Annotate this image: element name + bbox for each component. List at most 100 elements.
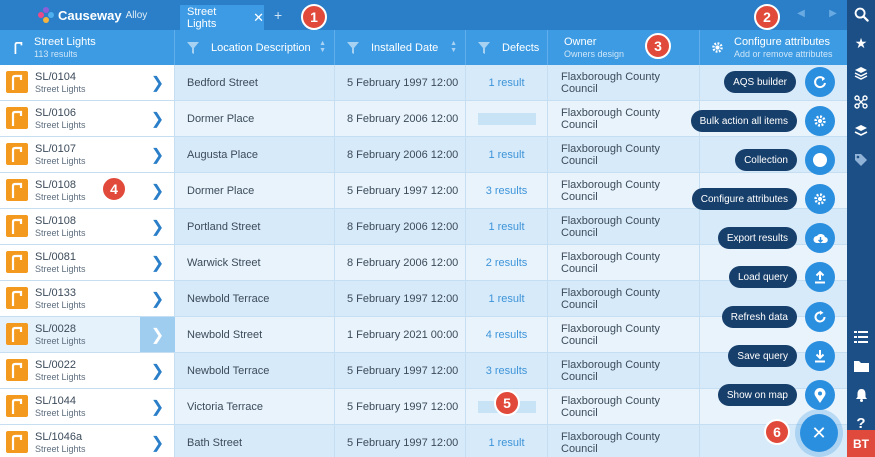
user-avatar[interactable]: BT: [847, 430, 875, 457]
chevron-right-icon[interactable]: ❯: [140, 101, 175, 136]
fab-button-3[interactable]: [805, 184, 835, 214]
owner-cell: Flaxborough County Council: [548, 353, 700, 388]
fab-button-1[interactable]: [805, 106, 835, 136]
layers-icon[interactable]: [847, 58, 875, 87]
chevron-right-icon[interactable]: ❯: [140, 65, 175, 100]
asset-cell[interactable]: SL/1044 Street Lights ❯: [0, 389, 175, 424]
column-header-defects[interactable]: Defects: [466, 30, 548, 65]
chevron-right-icon[interactable]: ▶: [827, 8, 839, 19]
chevron-right-icon[interactable]: ❯: [140, 281, 175, 316]
asset-cell[interactable]: SL/0107 Street Lights ❯: [0, 137, 175, 172]
chevron-right-icon[interactable]: ❯: [140, 209, 175, 244]
app-logo[interactable]: Causeway Alloy: [38, 7, 147, 23]
defects-link[interactable]: 4 results: [486, 329, 528, 341]
fab-button-6[interactable]: [805, 302, 835, 332]
defects-cell[interactable]: 1 result: [466, 65, 548, 100]
defects-cell[interactable]: 2 results: [466, 245, 548, 280]
table-row[interactable]: SL/1046a Street Lights ❯ Bath Street 5 Febru…: [0, 425, 847, 457]
defects-cell[interactable]: 1 result: [466, 137, 548, 172]
table-row[interactable]: SL/0022 Street Lights ❯ Newbold Terrace 5 Fe…: [0, 353, 847, 389]
tab-street-lights[interactable]: Street Lights ✕: [180, 5, 264, 30]
chevron-right-icon[interactable]: ❯: [140, 137, 175, 172]
close-icon: ✕: [811, 422, 827, 443]
fab-button-7[interactable]: [805, 341, 835, 371]
defects-link[interactable]: 1 result: [488, 293, 524, 305]
asset-cell[interactable]: SL/0106 Street Lights ❯: [0, 101, 175, 136]
defects-link[interactable]: 1 result: [488, 149, 524, 161]
defects-link[interactable]: 2 results: [486, 257, 528, 269]
stack-icon[interactable]: [847, 116, 875, 145]
owner-cell: Flaxborough County Council: [548, 209, 700, 244]
list-view-icon[interactable]: [847, 322, 875, 351]
owner-cell: Flaxborough County Council: [548, 317, 700, 352]
fab-label-6[interactable]: Refresh data: [721, 306, 797, 328]
chevron-left-icon[interactable]: ◀: [795, 8, 807, 19]
asset-cell[interactable]: SL/0133 Street Lights ❯: [0, 281, 175, 316]
defects-link[interactable]: 1 result: [488, 437, 524, 449]
chevron-right-icon[interactable]: ❯: [140, 245, 175, 280]
first-column-header[interactable]: Street Lights 113 results: [0, 30, 175, 65]
sort-icon[interactable]: ▲ ▼: [450, 40, 457, 54]
fab-label-4[interactable]: Export results: [717, 227, 797, 249]
gear-icon: [813, 114, 827, 128]
chevron-right-icon[interactable]: ❯: [140, 353, 175, 388]
fab-label-8[interactable]: Show on map: [717, 384, 797, 406]
fab-button-2[interactable]: [805, 145, 835, 175]
fab-label-0[interactable]: AQS builder: [724, 71, 796, 93]
fab-label-1[interactable]: Bulk action all items: [690, 110, 797, 132]
column-header-owner[interactable]: Owner Owners design: [548, 30, 700, 65]
defects-link[interactable]: 1 result: [488, 77, 524, 89]
defects-cell[interactable]: 4 results: [466, 317, 548, 352]
close-tab-icon[interactable]: ✕: [253, 10, 264, 26]
configure-attributes-header[interactable]: Configure attributes Add or remove attri…: [700, 30, 847, 65]
defects-link[interactable]: 3 results: [486, 185, 528, 197]
column-header-installed[interactable]: Installed Date ▲ ▼: [335, 30, 466, 65]
close-menu-button[interactable]: ✕: [800, 414, 838, 452]
fab-button-0[interactable]: [805, 67, 835, 97]
add-tab-button[interactable]: +: [274, 7, 282, 23]
star-icon[interactable]: ★: [847, 29, 875, 58]
chevron-right-icon[interactable]: ❯: [140, 425, 175, 457]
defects-cell[interactable]: [466, 101, 548, 136]
table-row[interactable]: SL/0104 Street Lights ❯ Bedford Street 5 Feb…: [0, 65, 847, 101]
search-icon[interactable]: [847, 0, 875, 29]
chevron-right-icon[interactable]: ❯: [140, 389, 175, 424]
folder-icon[interactable]: [847, 351, 875, 380]
fab-label-3[interactable]: Configure attributes: [691, 188, 797, 210]
fab-label-7[interactable]: Save query: [728, 345, 797, 367]
table-row[interactable]: SL/0081 Street Lights ❯ Warwick Street 8 Feb…: [0, 245, 847, 281]
bell-icon[interactable]: [847, 380, 875, 409]
defects-link[interactable]: 3 results: [486, 365, 528, 377]
fab-label-5[interactable]: Load query: [728, 266, 797, 288]
defects-cell[interactable]: 1 result: [466, 209, 548, 244]
defects-cell[interactable]: 3 results: [466, 353, 548, 388]
asset-cell[interactable]: SL/0022 Street Lights ❯: [0, 353, 175, 388]
asset-cell[interactable]: SL/0028 Street Lights ❯: [0, 317, 175, 352]
chevron-right-icon[interactable]: ❯: [140, 173, 175, 208]
asset-type: Street Lights: [35, 336, 86, 346]
asset-cell[interactable]: SL/0081 Street Lights ❯: [0, 245, 175, 280]
table-row[interactable]: SL/0107 Street Lights ❯ Augusta Place 8 Febr…: [0, 137, 847, 173]
table-row[interactable]: SL/0133 Street Lights ❯ Newbold Terrace 5 Fe…: [0, 281, 847, 317]
defects-cell[interactable]: 3 results: [466, 173, 548, 208]
defects-cell[interactable]: 1 result: [466, 425, 548, 457]
defects-cell[interactable]: 1 result: [466, 281, 548, 316]
asset-cell[interactable]: SL/0108 Street Lights ❯: [0, 209, 175, 244]
column-header-location[interactable]: Location Description ▲ ▼: [175, 30, 335, 65]
chevron-right-icon[interactable]: ❯: [140, 317, 175, 352]
asset-cell[interactable]: SL/0104 Street Lights ❯: [0, 65, 175, 100]
fab-label-2[interactable]: Collection: [735, 149, 797, 171]
asset-type: Street Lights: [35, 192, 86, 202]
tag-icon[interactable]: [847, 145, 875, 174]
workflow-icon[interactable]: [847, 87, 875, 116]
asset-cell[interactable]: SL/1046a Street Lights ❯: [0, 425, 175, 457]
sort-icon[interactable]: ▲ ▼: [319, 40, 326, 54]
fab-button-4[interactable]: [805, 223, 835, 253]
asset-id: SL/0107: [35, 143, 76, 155]
fab-button-8[interactable]: [805, 380, 835, 410]
defects-link[interactable]: 1 result: [488, 221, 524, 233]
table-row[interactable]: SL/0028 Street Lights ❯ Newbold Street 1 Feb…: [0, 317, 847, 353]
asset-cell[interactable]: SL/0108 Street Lights ❯: [0, 173, 175, 208]
callout-3: 3: [645, 33, 671, 59]
fab-button-5[interactable]: [805, 262, 835, 292]
